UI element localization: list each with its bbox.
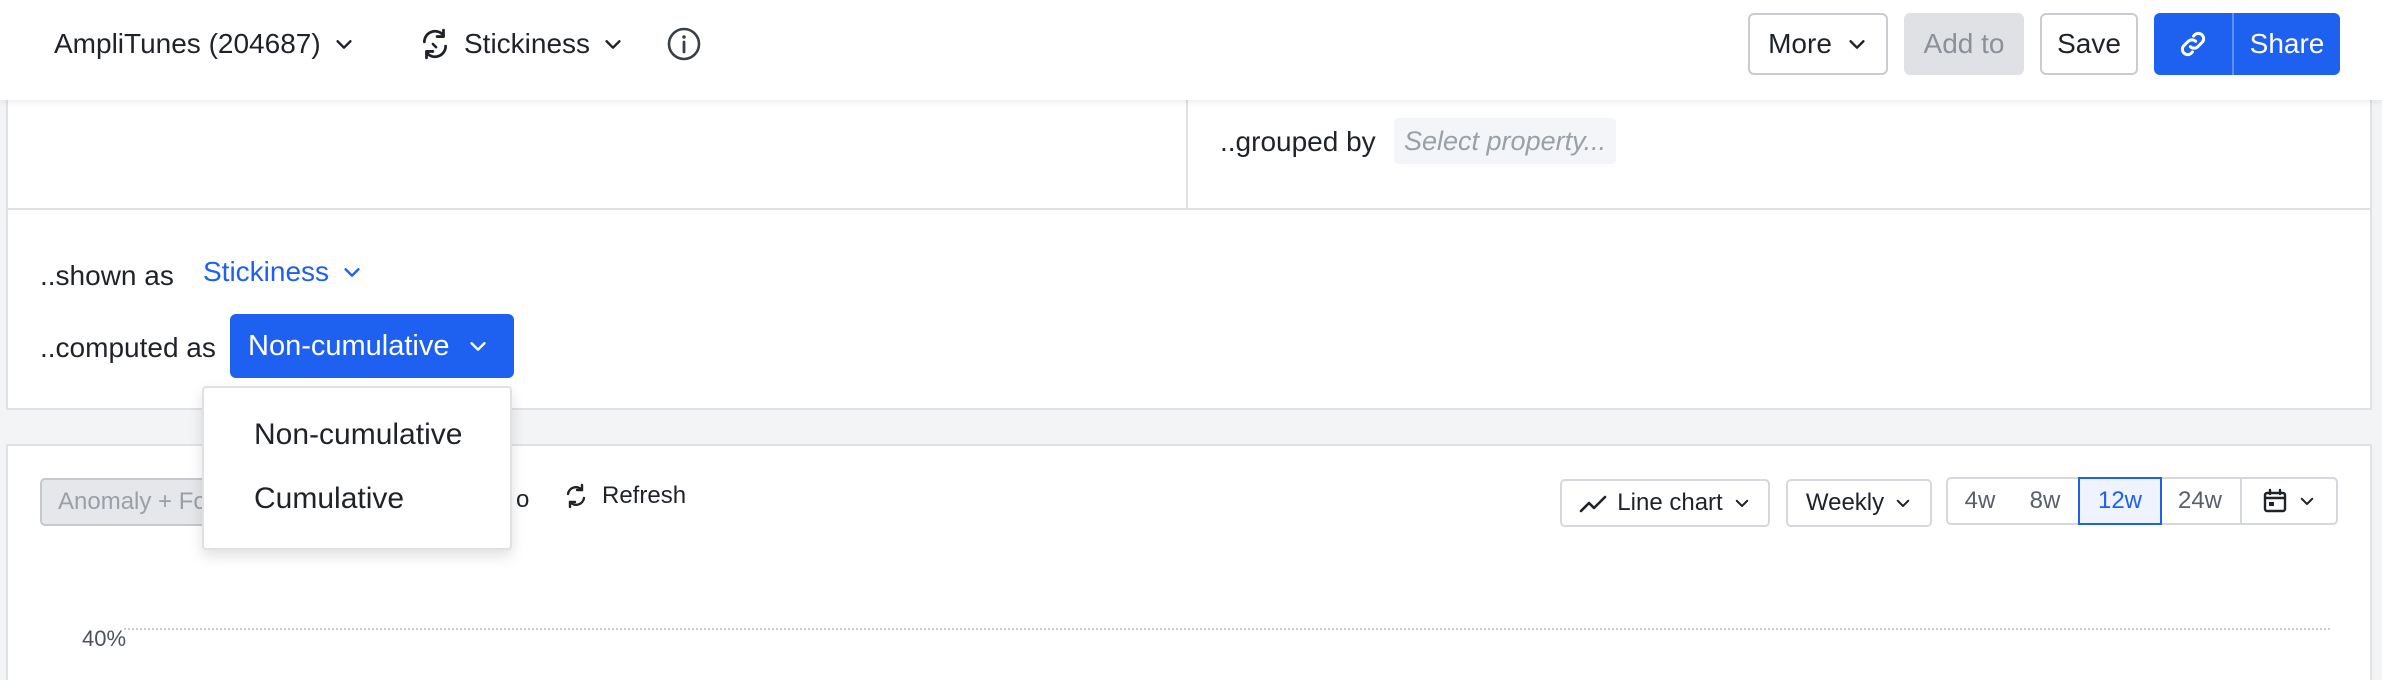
save-button[interactable]: Save xyxy=(2040,13,2138,75)
more-button[interactable]: More xyxy=(1748,13,1888,75)
interval-dropdown[interactable]: Weekly xyxy=(1786,479,1932,527)
gridline xyxy=(124,628,2330,630)
partial-toolbar-label: o xyxy=(516,486,530,513)
chevron-down-icon xyxy=(341,261,363,283)
chevron-down-icon xyxy=(1846,33,1868,55)
grouped-by-label: ..grouped by xyxy=(1220,126,1376,157)
grouped-by-property-select[interactable]: Select property... xyxy=(1394,118,1617,164)
range-12w-selected[interactable]: 12w xyxy=(2078,477,2162,525)
project-label: AmpliTunes (204687) xyxy=(54,28,321,59)
chevron-down-icon xyxy=(467,335,489,357)
refresh-label: Refresh xyxy=(602,482,687,509)
add-to-label: Add to xyxy=(1923,28,2005,59)
chart-type-label: Stickiness xyxy=(464,28,591,59)
calendar-icon xyxy=(2262,488,2288,514)
chevron-down-icon xyxy=(602,33,624,55)
chevron-down-icon xyxy=(2298,492,2316,510)
chevron-down-icon xyxy=(1733,494,1751,512)
menu-item-non-cumulative[interactable]: Non-cumulative xyxy=(254,418,462,452)
line-chart-dropdown[interactable]: Line chart xyxy=(1560,479,1770,527)
chart-type-selector[interactable]: Stickiness xyxy=(418,0,624,88)
link-icon xyxy=(2176,27,2210,61)
anomaly-label: Anomaly + Fo xyxy=(58,488,207,515)
share-button[interactable]: Share xyxy=(2234,13,2340,75)
chevron-down-icon xyxy=(1894,494,1912,512)
share-label: Share xyxy=(2249,28,2325,59)
shown-as-dropdown[interactable]: Stickiness xyxy=(203,256,363,288)
interval-label: Weekly xyxy=(1805,489,1885,516)
y-axis-tick-40: 40% xyxy=(82,626,127,651)
computed-as-value: Non-cumulative xyxy=(248,329,450,362)
date-picker-button[interactable] xyxy=(2240,477,2338,525)
range-4w[interactable]: 4w xyxy=(1946,477,2014,525)
project-selector[interactable]: AmpliTunes (204687) xyxy=(54,0,355,88)
chart-type-label: Line chart xyxy=(1617,489,1723,516)
grouped-by-placeholder: Select property... xyxy=(1404,125,1607,156)
save-label: Save xyxy=(2057,28,2121,59)
menu-item-cumulative[interactable]: Cumulative xyxy=(254,482,404,516)
refresh-icon xyxy=(562,482,590,510)
computed-as-dropdown[interactable]: Non-cumulative xyxy=(230,314,514,378)
add-to-button[interactable]: Add to xyxy=(1904,13,2024,75)
refresh-button[interactable]: Refresh xyxy=(562,482,686,510)
chevron-down-icon xyxy=(333,33,355,55)
more-label: More xyxy=(1768,28,1832,59)
grouped-by-row: ..grouped by xyxy=(1220,126,1376,158)
copy-link-button[interactable] xyxy=(2154,13,2232,75)
computed-as-menu: Non-cumulative Cumulative xyxy=(202,386,512,550)
range-24w[interactable]: 24w xyxy=(2160,477,2242,525)
shown-as-label: ..shown as xyxy=(40,260,174,291)
stickiness-icon xyxy=(418,27,452,61)
range-8w[interactable]: 8w xyxy=(2012,477,2080,525)
display-options-panel: ..shown as Stickiness ..computed as Non-… xyxy=(6,208,2372,410)
info-icon[interactable] xyxy=(666,0,702,88)
computed-as-label: ..computed as xyxy=(40,332,216,363)
line-chart-icon xyxy=(1579,493,1607,513)
top-bar: AmpliTunes (204687) Stickiness More Add … xyxy=(0,0,2382,100)
shown-as-value: Stickiness xyxy=(203,256,330,287)
